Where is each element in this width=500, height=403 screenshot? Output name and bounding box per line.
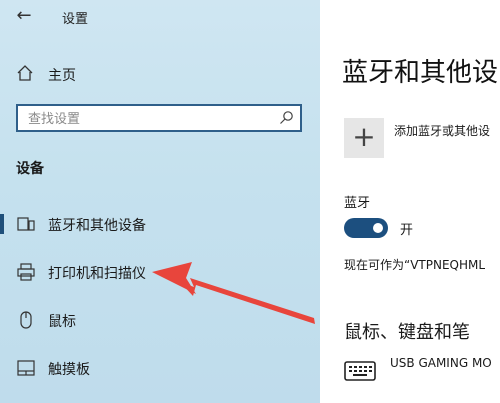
main-content: 蓝牙和其他设 + 添加蓝牙或其他设 蓝牙 开 现在可作为“VTPNEQHML 鼠… bbox=[320, 0, 500, 403]
nav-home[interactable]: 主页 bbox=[14, 64, 304, 84]
mouse-icon bbox=[20, 311, 32, 329]
keyboard-icon bbox=[344, 361, 376, 381]
sidebar-item-label: 蓝牙和其他设备 bbox=[48, 218, 146, 234]
sidebar-item-printers[interactable]: 打印机和扫描仪 bbox=[0, 254, 320, 290]
sidebar-item-touchpad[interactable]: 触摸板 bbox=[0, 350, 320, 386]
search-input[interactable] bbox=[26, 109, 270, 129]
home-label: 主页 bbox=[48, 68, 76, 84]
device-name[interactable]: USB GAMING MO bbox=[390, 356, 492, 370]
add-device-button[interactable]: + bbox=[344, 118, 384, 158]
back-arrow-icon[interactable]: ← bbox=[14, 6, 34, 26]
discoverable-text: 现在可作为“VTPNEQHML bbox=[344, 258, 486, 272]
search-box[interactable] bbox=[16, 104, 302, 132]
home-icon bbox=[17, 65, 33, 81]
sidebar-item-bluetooth[interactable]: 蓝牙和其他设备 bbox=[0, 206, 320, 242]
toggle-state-label: 开 bbox=[400, 223, 414, 238]
search-icon[interactable] bbox=[278, 110, 294, 126]
sidebar-item-label: 鼠标 bbox=[48, 314, 76, 330]
annotation-arrow-icon bbox=[152, 262, 315, 324]
sidebar-item-label: 打印机和扫描仪 bbox=[48, 266, 146, 282]
bluetooth-heading: 蓝牙 bbox=[344, 196, 371, 211]
section-title-mouse-keyboard: 鼠标、键盘和笔 bbox=[344, 322, 470, 343]
sidebar-item-label: 触摸板 bbox=[48, 362, 90, 378]
section-label-devices: 设备 bbox=[16, 161, 44, 177]
bluetooth-devices-icon bbox=[17, 217, 35, 231]
page-title: 蓝牙和其他设 bbox=[342, 58, 499, 88]
toggle-knob bbox=[373, 223, 383, 233]
window-title: 设置 bbox=[62, 12, 89, 27]
title-bar: ← 设置 bbox=[0, 0, 320, 34]
sidebar-item-mouse[interactable]: 鼠标 bbox=[0, 302, 320, 338]
plus-icon: + bbox=[352, 120, 376, 153]
printer-icon bbox=[17, 263, 35, 281]
sidebar: ← 设置 主页 设备 蓝牙和其他设备 打印机和扫描仪 bbox=[0, 0, 320, 403]
add-device-label[interactable]: 添加蓝牙或其他设 bbox=[394, 122, 490, 139]
bluetooth-toggle[interactable] bbox=[344, 218, 388, 238]
touchpad-icon bbox=[17, 360, 35, 376]
